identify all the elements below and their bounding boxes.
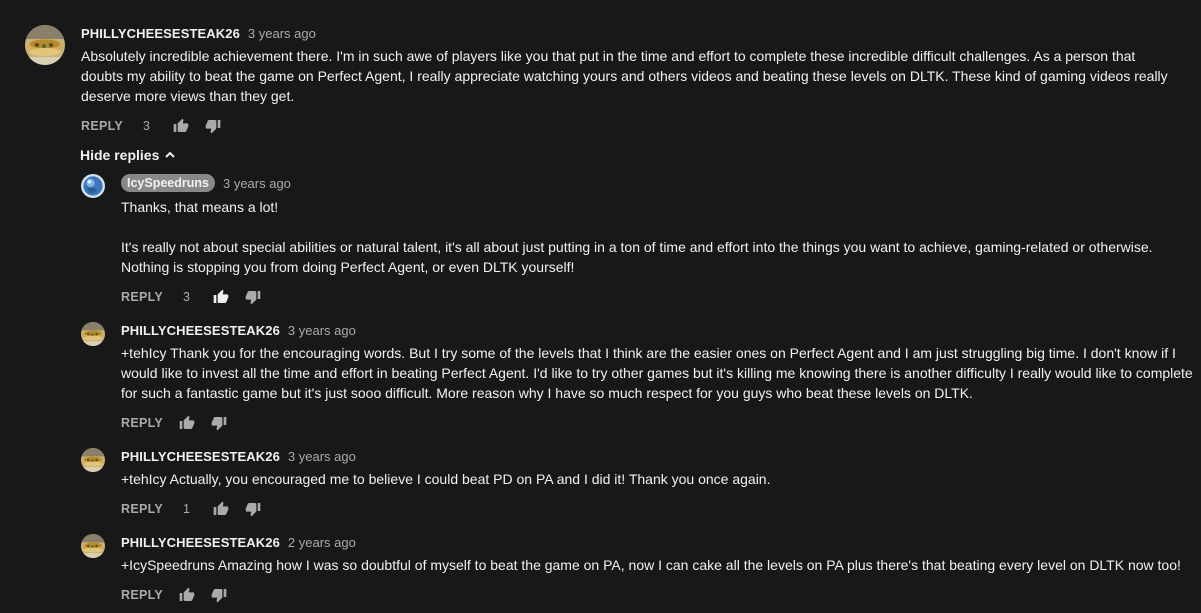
hide-replies-label: Hide replies	[80, 147, 160, 163]
like-count: 3	[183, 290, 190, 304]
comment-time[interactable]: 3 years ago	[288, 323, 356, 338]
author-name[interactable]: IcySpeedruns	[121, 174, 215, 192]
author-name[interactable]: PHILLYCHEESESTEAK26	[121, 323, 280, 338]
thumbs-up-icon[interactable]	[211, 499, 231, 519]
hide-replies-button[interactable]: Hide replies	[80, 145, 176, 165]
comment-text: +tehIcy Actually, you encouraged me to b…	[121, 471, 771, 487]
like-count: 1	[183, 502, 190, 516]
reply-button[interactable]: REPLY	[121, 290, 163, 304]
reply-button[interactable]: REPLY	[81, 119, 123, 133]
comment-header: PHILLYCHEESESTEAK26 3 years ago	[121, 447, 356, 465]
comment-actions: REPLY	[121, 585, 229, 605]
comment-header: PHILLYCHEESESTEAK26 2 years ago	[121, 533, 356, 551]
comment-actions: REPLY 1	[121, 499, 263, 519]
thumbs-up-icon[interactable]	[211, 287, 231, 307]
chevron-up-icon	[165, 151, 176, 158]
avatar[interactable]	[81, 174, 105, 198]
comment-text: +tehIcy Thank you for the encouraging wo…	[121, 345, 1193, 401]
comment-time[interactable]: 3 years ago	[248, 26, 316, 41]
thumbs-up-icon[interactable]	[171, 116, 191, 136]
avatar[interactable]	[81, 322, 105, 346]
thumbs-down-icon[interactable]	[243, 499, 263, 519]
comment-header: IcySpeedruns 3 years ago	[121, 174, 291, 192]
avatar[interactable]	[25, 25, 65, 65]
comments-section: PHILLYCHEESESTEAK26 3 years ago Absolute…	[0, 0, 1201, 613]
thumbs-up-icon[interactable]	[177, 585, 197, 605]
comment-actions: REPLY 3	[121, 287, 263, 307]
avatar[interactable]	[81, 448, 105, 472]
comment-actions: REPLY 3	[81, 116, 223, 136]
comment-header: PHILLYCHEESESTEAK26 3 years ago	[121, 321, 356, 339]
thumbs-down-icon[interactable]	[209, 585, 229, 605]
comment-text: Absolutely incredible achievement there.…	[81, 48, 1168, 104]
reply-button[interactable]: REPLY	[121, 588, 163, 602]
comment-text: Thanks, that means a lot! It's really no…	[121, 199, 1153, 275]
avatar[interactable]	[81, 534, 105, 558]
author-name[interactable]: PHILLYCHEESESTEAK26	[81, 26, 240, 41]
thumbs-down-icon[interactable]	[203, 116, 223, 136]
thumbs-up-icon[interactable]	[177, 413, 197, 433]
reply-button[interactable]: REPLY	[121, 502, 163, 516]
reply-button[interactable]: REPLY	[121, 416, 163, 430]
comment-header: PHILLYCHEESESTEAK26 3 years ago	[81, 24, 316, 42]
like-count: 3	[143, 119, 150, 133]
author-name[interactable]: PHILLYCHEESESTEAK26	[121, 535, 280, 550]
thumbs-down-icon[interactable]	[243, 287, 263, 307]
author-name[interactable]: PHILLYCHEESESTEAK26	[121, 449, 280, 464]
comment-time[interactable]: 3 years ago	[223, 176, 291, 191]
thumbs-down-icon[interactable]	[209, 413, 229, 433]
comment-actions: REPLY	[121, 413, 229, 433]
comment-text: +IcySpeedruns Amazing how I was so doubt…	[121, 557, 1181, 573]
comment-time[interactable]: 2 years ago	[288, 535, 356, 550]
comment-time[interactable]: 3 years ago	[288, 449, 356, 464]
